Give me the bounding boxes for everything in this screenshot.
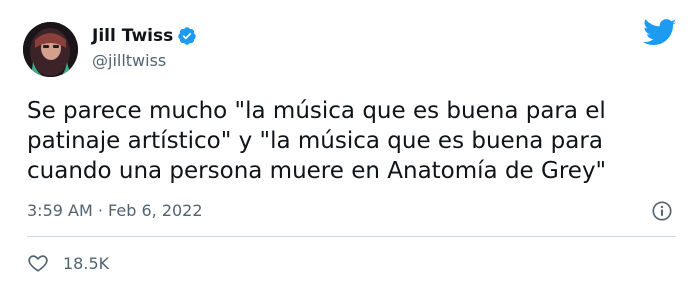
like-button[interactable]: 18.5K xyxy=(27,252,109,274)
author-handle[interactable]: @jilltwiss xyxy=(92,51,166,70)
author-name-row[interactable]: Jill Twiss xyxy=(92,24,197,48)
verified-badge-icon xyxy=(177,26,197,46)
heart-icon[interactable] xyxy=(27,252,49,274)
tweet-text-line: cuando una persona muere en Anatomía de … xyxy=(27,158,607,184)
tweet-text: Se parece mucho "la música que es buena … xyxy=(27,96,677,186)
tweet-card: Jill Twiss @jilltwiss Se parece mucho "l… xyxy=(0,0,700,288)
avatar[interactable] xyxy=(23,22,78,77)
avatar-image xyxy=(23,22,78,77)
like-count: 18.5K xyxy=(63,253,110,273)
tweet-timestamp[interactable]: 3:59 AM · Feb 6, 2022 xyxy=(27,201,203,220)
divider xyxy=(27,236,676,237)
timestamp-separator: · xyxy=(97,201,103,220)
tweet-date[interactable]: Feb 6, 2022 xyxy=(108,201,202,220)
tweet-time[interactable]: 3:59 AM xyxy=(27,201,93,220)
tweet-text-line: patinaje artístico" y "la música que es … xyxy=(27,128,603,154)
info-icon[interactable] xyxy=(651,200,673,222)
twitter-bird-icon[interactable] xyxy=(643,18,677,48)
author-display-name[interactable]: Jill Twiss xyxy=(92,26,173,46)
tweet-text-line: Se parece mucho "la música que es buena … xyxy=(27,98,606,124)
